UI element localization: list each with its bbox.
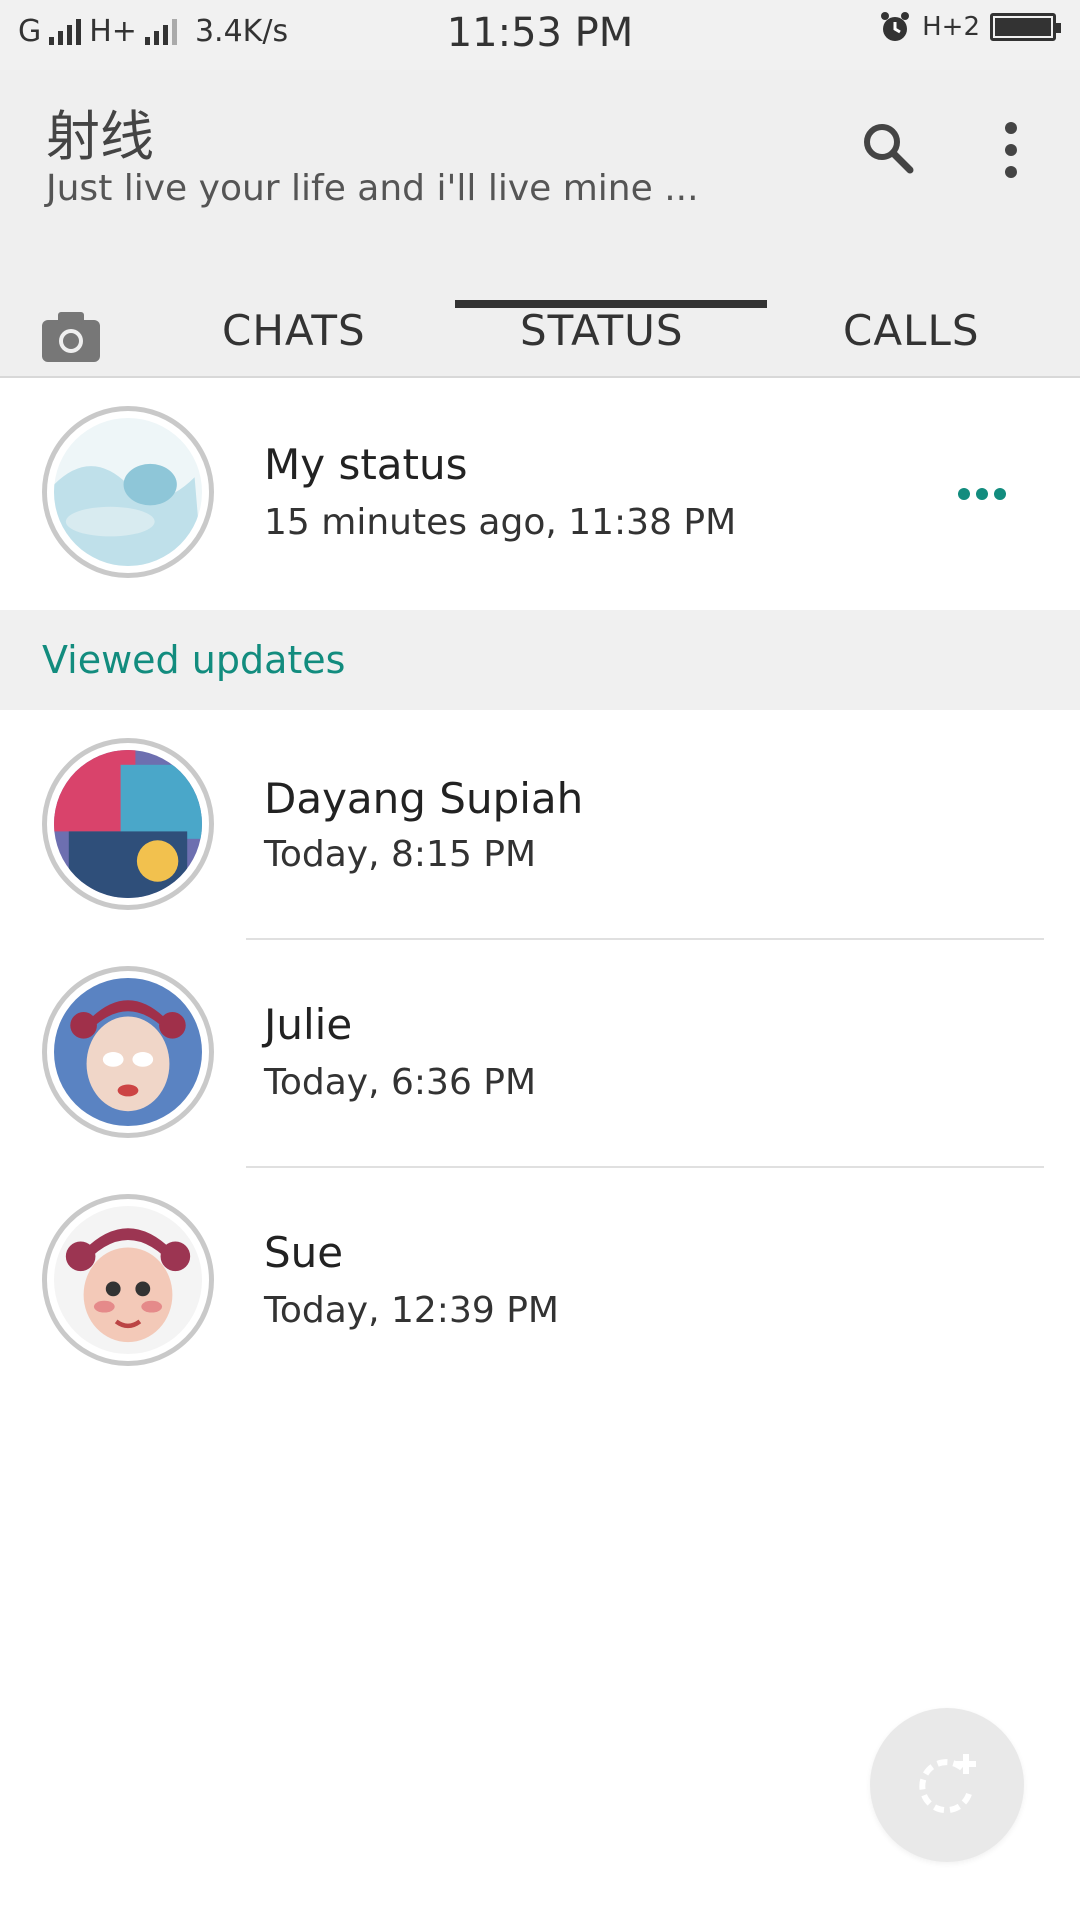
viewed-updates-header: Viewed updates [0, 610, 1080, 710]
contact-time: Today, 12:39 PM [264, 1290, 559, 1331]
contact-time: Today, 8:15 PM [264, 834, 537, 875]
contact-avatar[interactable] [42, 1194, 214, 1366]
page-subtitle: Just live your life and i'll live mine .… [46, 168, 699, 209]
system-status-bar: G H+ 3.4K/s 11:53 PM H+2 [0, 0, 1080, 70]
tab-status[interactable]: STATUS [520, 306, 684, 355]
camera-icon[interactable] [40, 310, 102, 364]
contact-avatar-image [54, 1206, 202, 1354]
tab-calls[interactable]: CALLS [843, 306, 980, 355]
contact-avatar-image [54, 978, 202, 1126]
new-status-icon [919, 1754, 976, 1814]
app-bar: 射线 Just live your life and i'll live min… [0, 70, 1080, 376]
contact-time: Today, 6:36 PM [264, 1062, 537, 1103]
search-icon[interactable] [858, 118, 918, 178]
more-horizontal-icon[interactable] [956, 486, 1008, 502]
alarm-icon [881, 12, 910, 41]
my-status-image [54, 418, 202, 566]
contact-avatar-image [54, 750, 202, 898]
divider [246, 938, 1044, 940]
contact-avatar[interactable] [42, 738, 214, 910]
tab-bar: CHATS STATUS CALLS [0, 276, 1080, 376]
new-status-button[interactable] [870, 1708, 1024, 1862]
tab-chats[interactable]: CHATS [222, 306, 366, 355]
section-label: Viewed updates [42, 638, 346, 682]
divider [246, 1166, 1044, 1168]
my-status-row[interactable]: My status 15 minutes ago, 11:38 PM [0, 378, 1080, 608]
my-status-time: 15 minutes ago, 11:38 PM [264, 502, 737, 543]
network-type-label: H+2 [922, 12, 980, 42]
battery-icon [990, 13, 1061, 41]
contact-name: Sue [264, 1228, 344, 1277]
my-status-name: My status [264, 440, 468, 489]
page-title: 射线 [46, 105, 154, 168]
contact-name: Julie [264, 1000, 353, 1049]
active-tab-indicator [455, 300, 767, 308]
system-icons: H+2 [878, 10, 1061, 44]
contact-name: Dayang Supiah [264, 774, 584, 823]
more-vertical-icon[interactable] [996, 120, 1026, 180]
contact-avatar[interactable] [42, 966, 214, 1138]
my-status-avatar[interactable] [42, 406, 214, 578]
